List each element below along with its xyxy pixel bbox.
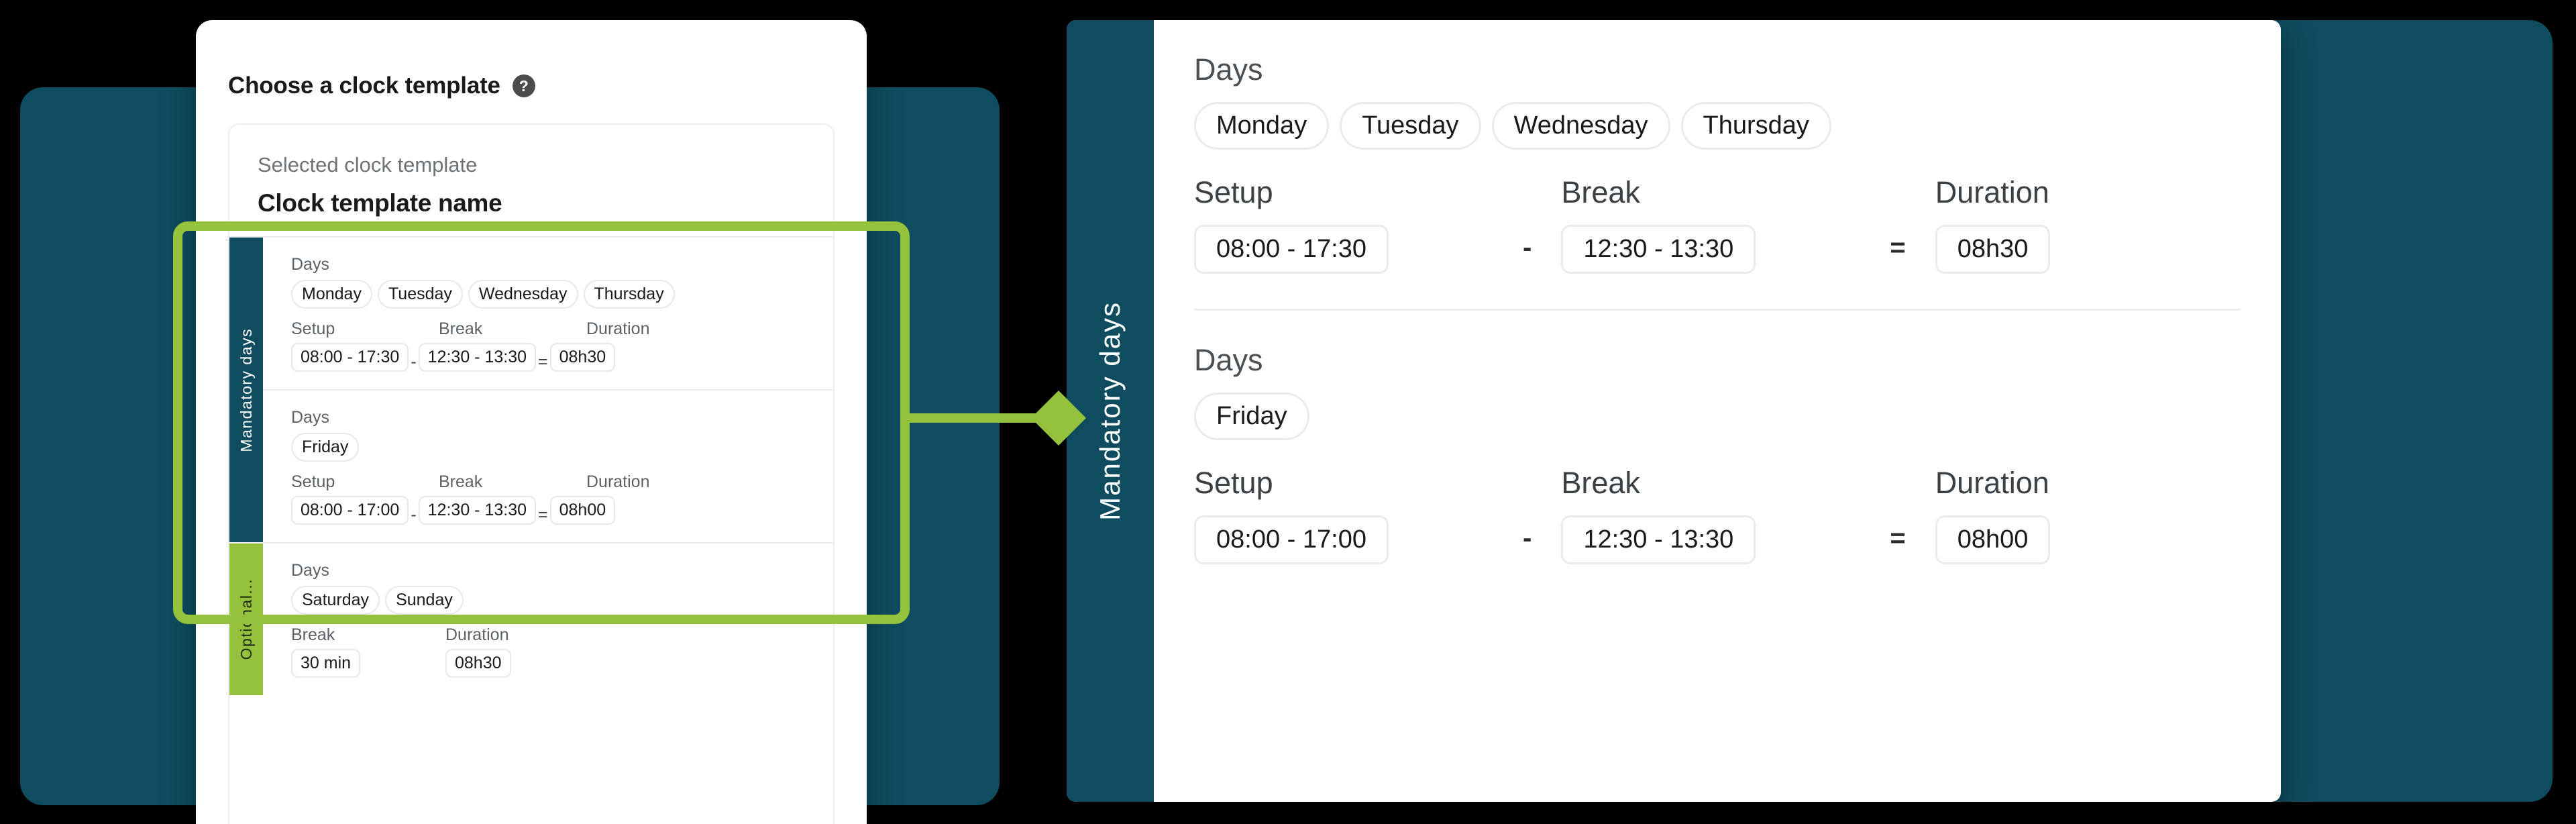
duration-field: Duration 08h30 xyxy=(1935,175,2051,274)
stripe-mandatory-label: Mandatory days xyxy=(237,327,255,452)
duration-label: Duration xyxy=(445,625,509,644)
schedule-fields: Setup 08:00 - 17:30 - Break 12:30 - 13:3… xyxy=(1194,175,2241,274)
equals-operator: = xyxy=(538,505,548,524)
mandatory-blocks: Days Monday Tuesday Wednesday Thursday S… xyxy=(263,238,833,542)
stripe-optional-days: Optional... xyxy=(229,544,263,695)
schedule-values: 08:00 - 17:00 - 12:30 - 13:30 = 08h00 xyxy=(291,496,833,525)
duration-field: Duration 08h00 xyxy=(1935,466,2051,564)
screenshot-stage: Choose a clock template ? Selected clock… xyxy=(0,0,2576,824)
schedule-block: Days Friday Setup 08:00 - 17:00 - Break … xyxy=(1194,309,2241,599)
equals-operator: = xyxy=(1890,523,1906,553)
equals-operator: = xyxy=(1890,233,1906,262)
day-chip-list: Monday Tuesday Wednesday Thursday xyxy=(291,280,833,309)
minus-operator: - xyxy=(1523,233,1532,262)
day-chip[interactable]: Monday xyxy=(291,280,372,309)
days-label: Days xyxy=(291,408,329,427)
break-label: Break xyxy=(1561,466,1640,500)
days-label: Days xyxy=(1194,52,1263,87)
stripe-mandatory-label: Mandatory days xyxy=(1094,301,1126,521)
setup-field: Setup 08:00 - 17:30 xyxy=(1194,175,1523,274)
section-mandatory-days: Mandatory days Days Monday Tuesday Wedne… xyxy=(229,236,833,542)
schedule-block: Days Monday Tuesday Wednesday Thursday S… xyxy=(1194,20,2241,309)
minus-operator: - xyxy=(1523,523,1532,553)
schedule-block: Days Saturday Sunday Break Duration 30 m… xyxy=(263,544,833,695)
setup-label: Setup xyxy=(291,472,335,491)
equals-operator: = xyxy=(538,352,548,371)
setup-value[interactable]: 08:00 - 17:30 xyxy=(291,343,409,372)
break-label: Break xyxy=(291,625,335,644)
break-value[interactable]: 12:30 - 13:30 xyxy=(418,496,537,525)
page-title: Choose a clock template xyxy=(228,72,500,99)
selected-template-card: Selected clock template Clock template n… xyxy=(228,123,835,824)
days-label: Days xyxy=(291,255,329,274)
help-circle-icon[interactable]: ? xyxy=(512,74,535,97)
day-chip-list: Friday xyxy=(1194,393,2241,440)
day-chip[interactable]: Friday xyxy=(1194,393,1309,440)
schedule-block: Days Friday Setup Break Duration 08:00 -… xyxy=(263,389,833,542)
break-label: Break xyxy=(439,472,483,491)
setup-label: Setup xyxy=(1194,175,1273,209)
schedule-headers: Break Duration xyxy=(291,625,833,645)
schedule-headers: Setup Break Duration xyxy=(291,319,833,339)
minus-operator: - xyxy=(411,352,417,371)
stripe-optional-label: Optional... xyxy=(237,578,255,660)
day-chip-list: Friday xyxy=(291,433,833,462)
section-optional-days: Optional... Days Saturday Sunday Break D… xyxy=(229,542,833,695)
duration-value[interactable]: 08h30 xyxy=(1935,225,2051,274)
setup-label: Setup xyxy=(291,319,335,338)
schedule-values: 30 min 08h30 xyxy=(291,649,833,678)
stripe-mandatory-days: Mandatory days xyxy=(229,238,263,542)
day-chip-list: Monday Tuesday Wednesday Thursday xyxy=(1194,102,2241,150)
schedule-values: 08:00 - 17:30 - 12:30 - 13:30 = 08h30 xyxy=(291,343,833,372)
day-chip[interactable]: Monday xyxy=(1194,102,1330,150)
selected-template-value: Clock template name xyxy=(258,189,502,217)
day-chip[interactable]: Wednesday xyxy=(468,280,578,309)
mandatory-days-detail-panel: Mandatory days Days Monday Tuesday Wedne… xyxy=(1067,20,2281,802)
selected-template-label: Selected clock template xyxy=(258,153,478,176)
duration-label: Duration xyxy=(1935,175,2049,209)
day-chip[interactable]: Saturday xyxy=(291,586,380,615)
break-value[interactable]: 12:30 - 13:30 xyxy=(1561,515,1756,564)
setup-field: Setup 08:00 - 17:00 xyxy=(1194,466,1523,564)
day-chip[interactable]: Tuesday xyxy=(377,280,463,309)
clock-template-dialog: Choose a clock template ? Selected clock… xyxy=(196,20,867,824)
schedule-fields: Setup 08:00 - 17:00 - Break 12:30 - 13:3… xyxy=(1194,466,2241,564)
setup-value[interactable]: 08:00 - 17:00 xyxy=(1194,515,1389,564)
day-chip-list: Saturday Sunday xyxy=(291,586,833,615)
break-label: Break xyxy=(1561,175,1640,209)
duration-value[interactable]: 08h00 xyxy=(1935,515,2051,564)
day-chip[interactable]: Sunday xyxy=(385,586,464,615)
optional-blocks: Days Saturday Sunday Break Duration 30 m… xyxy=(263,544,833,695)
duration-value[interactable]: 08h00 xyxy=(549,496,616,525)
day-chip[interactable]: Tuesday xyxy=(1340,102,1481,150)
break-field: Break 12:30 - 13:30 xyxy=(1561,466,1890,564)
minus-operator: - xyxy=(411,505,417,524)
days-label: Days xyxy=(291,561,329,580)
break-value[interactable]: 30 min xyxy=(291,649,361,678)
setup-value[interactable]: 08:00 - 17:00 xyxy=(291,496,409,525)
dialog-header: Choose a clock template ? xyxy=(196,20,867,99)
day-chip[interactable]: Wednesday xyxy=(1491,102,1670,150)
setup-value[interactable]: 08:00 - 17:30 xyxy=(1194,225,1389,274)
duration-value[interactable]: 08h30 xyxy=(445,649,511,678)
break-value[interactable]: 12:30 - 13:30 xyxy=(1561,225,1756,274)
duration-label: Duration xyxy=(586,319,650,338)
day-chip[interactable]: Friday xyxy=(291,433,360,462)
day-chip[interactable]: Thursday xyxy=(1680,102,1831,150)
day-chip[interactable]: Thursday xyxy=(583,280,675,309)
schedule-headers: Setup Break Duration xyxy=(291,472,833,492)
detail-body: Days Monday Tuesday Wednesday Thursday S… xyxy=(1154,20,2281,802)
schedule-block: Days Monday Tuesday Wednesday Thursday S… xyxy=(263,238,833,389)
duration-label: Duration xyxy=(586,472,650,491)
setup-label: Setup xyxy=(1194,466,1273,500)
break-value[interactable]: 12:30 - 13:30 xyxy=(418,343,537,372)
template-sections: Mandatory days Days Monday Tuesday Wedne… xyxy=(229,236,833,824)
break-label: Break xyxy=(439,319,483,338)
days-label: Days xyxy=(1194,343,1263,377)
duration-label: Duration xyxy=(1935,466,2049,500)
duration-value[interactable]: 08h30 xyxy=(549,343,616,372)
break-field: Break 12:30 - 13:30 xyxy=(1561,175,1890,274)
